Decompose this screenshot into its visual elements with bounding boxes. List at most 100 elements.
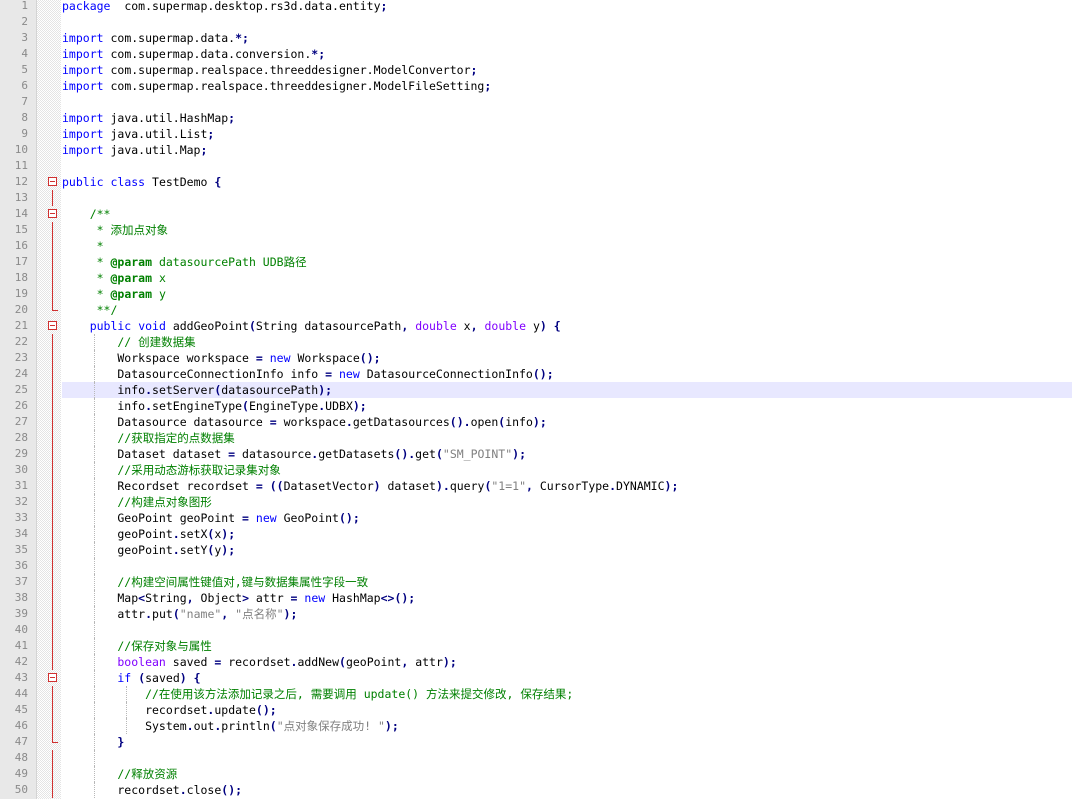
code-token: @param xyxy=(110,255,153,269)
code-line[interactable]: 48 xyxy=(0,750,1072,766)
code-token: close xyxy=(186,783,222,797)
code-line[interactable]: 47 } xyxy=(0,734,1072,750)
code-line[interactable]: 41 //保存对象与属性 xyxy=(0,638,1072,654)
code-line[interactable]: 3 import com.supermap.data.*; xyxy=(0,30,1072,46)
code-line[interactable]: 30 //采用动态游标获取记录集对象 xyxy=(0,462,1072,478)
code-line[interactable]: 17 * @param datasourcePath UDB路径 xyxy=(0,254,1072,270)
code-token: @param xyxy=(110,287,153,301)
code-line[interactable]: 39 attr.put("name", "点名称"); xyxy=(0,606,1072,622)
code-line[interactable]: 10 import java.util.Map; xyxy=(0,142,1072,158)
code-line[interactable]: 16 * xyxy=(0,238,1072,254)
code-line[interactable]: 8 import java.util.HashMap; xyxy=(0,110,1072,126)
code-line[interactable]: 49 //释放资源 xyxy=(0,766,1072,782)
code-token: * xyxy=(62,255,111,269)
code-token: CursorType xyxy=(532,479,610,493)
code-line[interactable]: 15 * 添加点对象 xyxy=(0,222,1072,238)
code-line[interactable]: 18 * @param x xyxy=(0,270,1072,286)
code-line[interactable]: 20 **/ xyxy=(0,302,1072,318)
code-token: TestDemo xyxy=(145,175,215,189)
line-number: 50 xyxy=(14,783,28,796)
code-line[interactable]: 44 //在使用该方法添加记录之后, 需要调用 update() 方法来提交修改… xyxy=(0,686,1072,702)
code-line[interactable]: 22 // 创建数据集 xyxy=(0,334,1072,350)
code-line[interactable]: 9 import java.util.List; xyxy=(0,126,1072,142)
code-token: GeoPoint xyxy=(276,511,339,525)
fold-line xyxy=(52,558,53,574)
code-line[interactable]: 32 //构建点对象图形 xyxy=(0,494,1072,510)
code-line[interactable]: 14 /** xyxy=(0,206,1072,222)
code-token: ); xyxy=(512,447,526,461)
fold-toggle-icon[interactable] xyxy=(48,209,57,218)
line-number: 22 xyxy=(14,335,28,348)
code-editor[interactable]: 1 package com.supermap.desktop.rs3d.data.… xyxy=(0,0,1072,799)
code-line[interactable]: 7 xyxy=(0,94,1072,110)
code-line[interactable]: 13 xyxy=(0,190,1072,206)
code-line[interactable]: 1 package com.supermap.desktop.rs3d.data.… xyxy=(0,0,1072,14)
fold-toggle-icon[interactable] xyxy=(48,321,57,330)
code-line[interactable]: 27 Datasource datasource = workspace.get… xyxy=(0,414,1072,430)
code-line[interactable]: 50 recordset.close(); xyxy=(0,782,1072,798)
line-number: 45 xyxy=(14,703,28,716)
code-line[interactable]: 35 geoPoint.setY(y); xyxy=(0,542,1072,558)
code-line[interactable]: 12 public class TestDemo { xyxy=(0,174,1072,190)
code-text: //获取指定的点数据集 xyxy=(62,430,1072,446)
code-line[interactable]: 28 //获取指定的点数据集 xyxy=(0,430,1072,446)
code-line[interactable]: 26 info.setEngineType(EngineType.UDBX); xyxy=(0,398,1072,414)
code-token: . xyxy=(609,479,617,493)
code-token: > xyxy=(242,591,249,605)
code-line[interactable]: 34 geoPoint.setX(x); xyxy=(0,526,1072,542)
fold-line xyxy=(52,478,53,494)
code-line[interactable]: 37 //构建空间属性键值对,键与数据集属性字段一致 xyxy=(0,574,1072,590)
fold-line xyxy=(52,382,53,398)
fold-line xyxy=(52,718,53,734)
code-token: . xyxy=(186,719,194,733)
code-line[interactable]: 29 Dataset dataset = datasource.getDatas… xyxy=(0,446,1072,462)
code-token: ( xyxy=(248,319,256,333)
code-token: "SM_POINT" xyxy=(442,447,513,461)
code-token: update xyxy=(214,703,256,717)
code-token: get xyxy=(415,447,436,461)
code-token: . xyxy=(145,383,153,397)
line-number: 48 xyxy=(14,751,28,764)
line-number: 31 xyxy=(14,479,28,492)
code-text: * @param x xyxy=(62,270,1072,286)
code-token: . xyxy=(172,543,180,557)
code-line[interactable]: 36 xyxy=(0,558,1072,574)
code-token: ( xyxy=(242,399,249,413)
fold-line xyxy=(52,526,53,542)
code-line[interactable]: 19 * @param y xyxy=(0,286,1072,302)
indent-guide xyxy=(94,622,95,638)
code-line[interactable]: 33 GeoPoint geoPoint = new GeoPoint(); xyxy=(0,510,1072,526)
code-line[interactable]: 2 xyxy=(0,14,1072,30)
code-line[interactable]: 40 xyxy=(0,622,1072,638)
code-line[interactable]: 25 info.setServer(datasourcePath); xyxy=(0,382,1072,398)
code-text: import com.supermap.data.*; xyxy=(62,30,1072,46)
code-token: y xyxy=(152,287,166,301)
code-line[interactable]: 43 if (saved) { xyxy=(0,670,1072,686)
code-line[interactable]: 38 Map<String, Object> attr = new HashMa… xyxy=(0,590,1072,606)
code-text: recordset.close(); xyxy=(62,782,1072,798)
fold-toggle-icon[interactable] xyxy=(48,673,57,682)
code-line[interactable]: 46 System.out.println("点对象保存成功! "); xyxy=(0,718,1072,734)
line-number: 32 xyxy=(14,495,28,508)
code-text: } xyxy=(62,734,1072,750)
fold-line xyxy=(52,222,53,238)
code-line[interactable]: 45 recordset.update(); xyxy=(0,702,1072,718)
code-token: <>(); xyxy=(380,591,416,605)
code-line[interactable]: 4 import com.supermap.data.conversion.*; xyxy=(0,46,1072,62)
code-line[interactable]: 31 Recordset recordset = ((DatasetVector… xyxy=(0,478,1072,494)
code-line[interactable]: 42 boolean saved = recordset.addNew(geoP… xyxy=(0,654,1072,670)
code-line[interactable]: 23 Workspace workspace = new Workspace()… xyxy=(0,350,1072,366)
indent-guide xyxy=(94,670,95,686)
indent-guide xyxy=(94,606,95,622)
code-line[interactable]: 21 public void addGeoPoint(String dataso… xyxy=(0,318,1072,334)
code-line[interactable]: 6 import com.supermap.realspace.threeddes… xyxy=(0,78,1072,94)
code-token: ; xyxy=(484,79,492,93)
line-number: 16 xyxy=(14,239,28,252)
fold-toggle-icon[interactable] xyxy=(48,177,57,186)
code-line[interactable]: 24 DatasourceConnectionInfo info = new D… xyxy=(0,366,1072,382)
fold-line xyxy=(52,254,53,270)
code-line[interactable]: 11 xyxy=(0,158,1072,174)
code-line[interactable]: 5 import com.supermap.realspace.threeddes… xyxy=(0,62,1072,78)
fold-line xyxy=(52,654,53,670)
